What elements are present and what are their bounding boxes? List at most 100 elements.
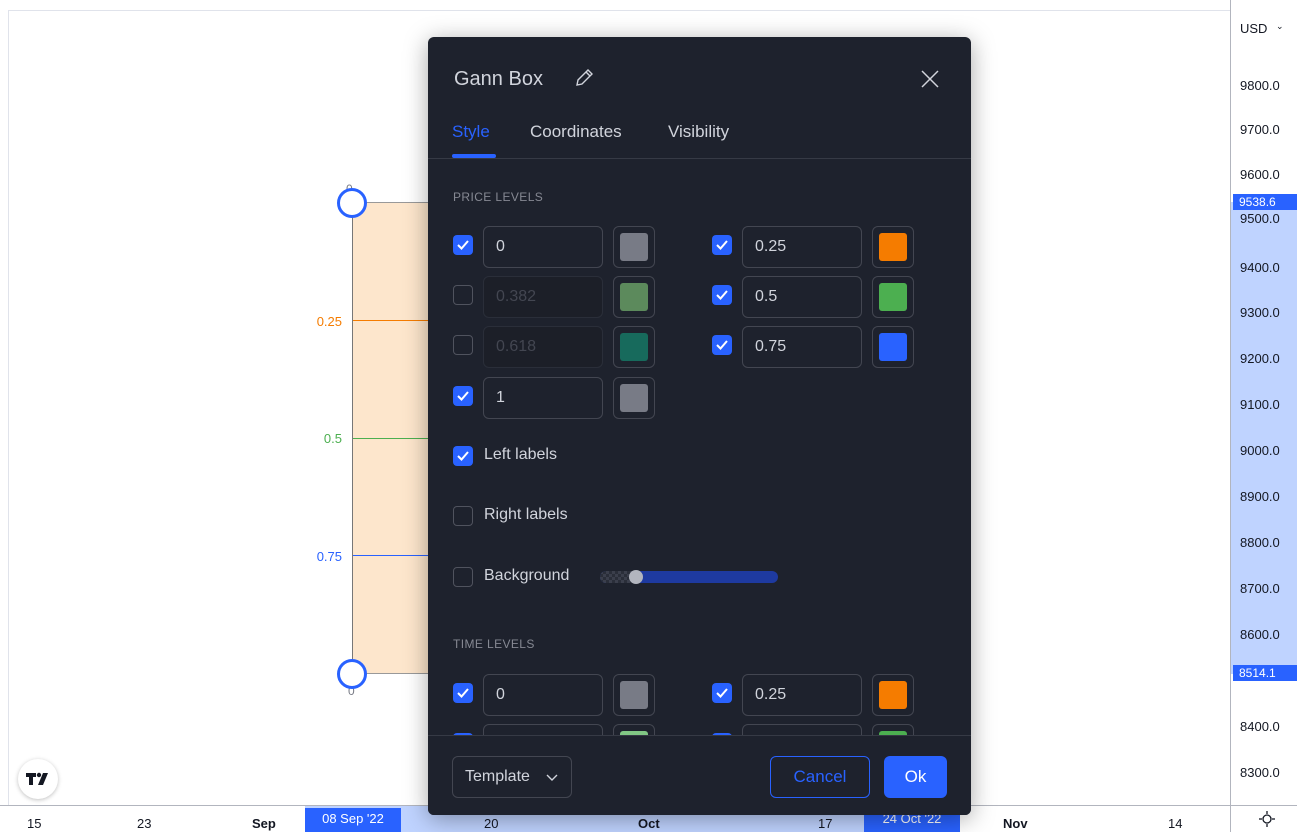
price-level-1-checkbox[interactable] (453, 386, 473, 406)
price-level-05-color[interactable] (872, 276, 914, 318)
price-level-0-input[interactable] (483, 226, 603, 268)
gann-box-settings-dialog: Gann Box Style Coordinates Visibility PR… (428, 37, 971, 815)
time-level-row2-left-input[interactable] (483, 724, 603, 735)
price-tick: 9100.0 (1240, 397, 1280, 412)
color-swatch (620, 681, 648, 709)
price-tick: 8900.0 (1240, 489, 1280, 504)
right-labels-checkbox[interactable] (453, 506, 473, 526)
right-labels-label[interactable]: Right labels (484, 506, 568, 524)
time-tick: Sep (252, 816, 276, 831)
chevron-down-icon (546, 774, 558, 781)
close-icon[interactable] (918, 67, 942, 91)
price-tick: 9000.0 (1240, 443, 1280, 458)
drawing-handle-top[interactable] (337, 188, 367, 218)
color-swatch (879, 233, 907, 261)
time-badge: 08 Sep '22 (305, 808, 401, 832)
drawing-handle-bottom[interactable] (337, 659, 367, 689)
dialog-title: Gann Box (454, 68, 543, 90)
price-level-1-color[interactable] (613, 377, 655, 419)
price-level-0618-color[interactable] (613, 326, 655, 368)
tab-style[interactable]: Style (452, 122, 490, 142)
time-level-025-input[interactable] (742, 674, 862, 716)
price-level-0618-input[interactable] (483, 326, 603, 368)
tab-visibility[interactable]: Visibility (668, 122, 729, 142)
price-level-075-checkbox[interactable] (712, 335, 732, 355)
tradingview-logo[interactable] (18, 759, 58, 799)
color-swatch (879, 681, 907, 709)
time-level-0-checkbox[interactable] (453, 683, 473, 703)
plot-border (8, 10, 1230, 11)
time-level-row2-right-input[interactable] (742, 724, 862, 735)
chevron-down-icon[interactable]: ⌄ (1276, 21, 1284, 32)
plot-border (8, 10, 9, 805)
dialog-body[interactable]: PRICE LEVELS Left labels Right labels (428, 159, 971, 735)
color-swatch (620, 233, 648, 261)
price-level-05-input[interactable] (742, 276, 862, 318)
time-level-row2-left-color[interactable] (613, 724, 655, 735)
price-badge: 9538.6 (1233, 194, 1297, 210)
price-tick: 9400.0 (1240, 260, 1280, 275)
price-tick: 9800.0 (1240, 78, 1280, 93)
slider-thumb[interactable] (629, 570, 643, 584)
time-tick: 14 (1168, 816, 1183, 831)
time-level-025-color[interactable] (872, 674, 914, 716)
price-level-025-color[interactable] (872, 226, 914, 268)
price-level-0382-input[interactable] (483, 276, 603, 318)
dialog-footer: Template Cancel Ok (428, 735, 971, 815)
section-title-time-levels: TIME LEVELS (453, 637, 535, 651)
price-level-025-input[interactable] (742, 226, 862, 268)
time-tick: 20 (484, 816, 499, 831)
ok-button[interactable]: Ok (884, 756, 947, 798)
price-level-0382-color[interactable] (613, 276, 655, 318)
time-tick: 23 (137, 816, 152, 831)
price-level-1-input[interactable] (483, 377, 603, 419)
tab-coordinates[interactable]: Coordinates (530, 122, 622, 142)
level-label: 0.5 (323, 431, 342, 446)
price-tick: 9600.0 (1240, 167, 1280, 182)
time-tick: 15 (27, 816, 42, 831)
time-tick: 17 (818, 816, 833, 831)
price-level-075-input[interactable] (742, 326, 862, 368)
time-tick: Nov (1003, 816, 1028, 831)
left-labels-checkbox[interactable] (453, 446, 473, 466)
template-label: Template (465, 768, 530, 785)
background-label[interactable]: Background (484, 567, 569, 585)
section-title-price-levels: PRICE LEVELS (453, 190, 544, 204)
time-level-0-input[interactable] (483, 674, 603, 716)
level-label: 0.25 (316, 314, 342, 329)
background-checkbox[interactable] (453, 567, 473, 587)
gear-icon[interactable] (1258, 810, 1276, 828)
time-level-025-checkbox[interactable] (712, 683, 732, 703)
price-tick: 8800.0 (1240, 535, 1280, 550)
price-level-0382-checkbox[interactable] (453, 285, 473, 305)
color-swatch (620, 333, 648, 361)
price-level-0-color[interactable] (613, 226, 655, 268)
left-labels-label[interactable]: Left labels (484, 446, 557, 464)
color-swatch (620, 283, 648, 311)
price-tick: 9200.0 (1240, 351, 1280, 366)
price-level-075-color[interactable] (872, 326, 914, 368)
price-badge: 8514.1 (1233, 665, 1297, 681)
price-tick: 8300.0 (1240, 765, 1280, 780)
color-swatch (620, 384, 648, 412)
cancel-button[interactable]: Cancel (770, 756, 870, 798)
price-level-05-checkbox[interactable] (712, 285, 732, 305)
level-label: 0.75 (316, 549, 342, 564)
price-level-0618-checkbox[interactable] (453, 335, 473, 355)
price-tick: 8600.0 (1240, 627, 1280, 642)
time-level-row2-right-color[interactable] (872, 724, 914, 735)
price-tick: 8400.0 (1240, 719, 1280, 734)
color-swatch (879, 333, 907, 361)
background-opacity-slider[interactable] (600, 570, 778, 584)
price-tick: 9300.0 (1240, 305, 1280, 320)
price-tick: 8700.0 (1240, 581, 1280, 596)
price-tick: 9700.0 (1240, 122, 1280, 137)
color-swatch (879, 283, 907, 311)
price-level-0-checkbox[interactable] (453, 235, 473, 255)
template-dropdown[interactable]: Template (452, 756, 572, 798)
price-level-025-checkbox[interactable] (712, 235, 732, 255)
pencil-icon[interactable] (573, 67, 595, 89)
time-level-0-color[interactable] (613, 674, 655, 716)
time-tick: Oct (638, 816, 660, 831)
currency-label[interactable]: USD (1240, 21, 1267, 36)
